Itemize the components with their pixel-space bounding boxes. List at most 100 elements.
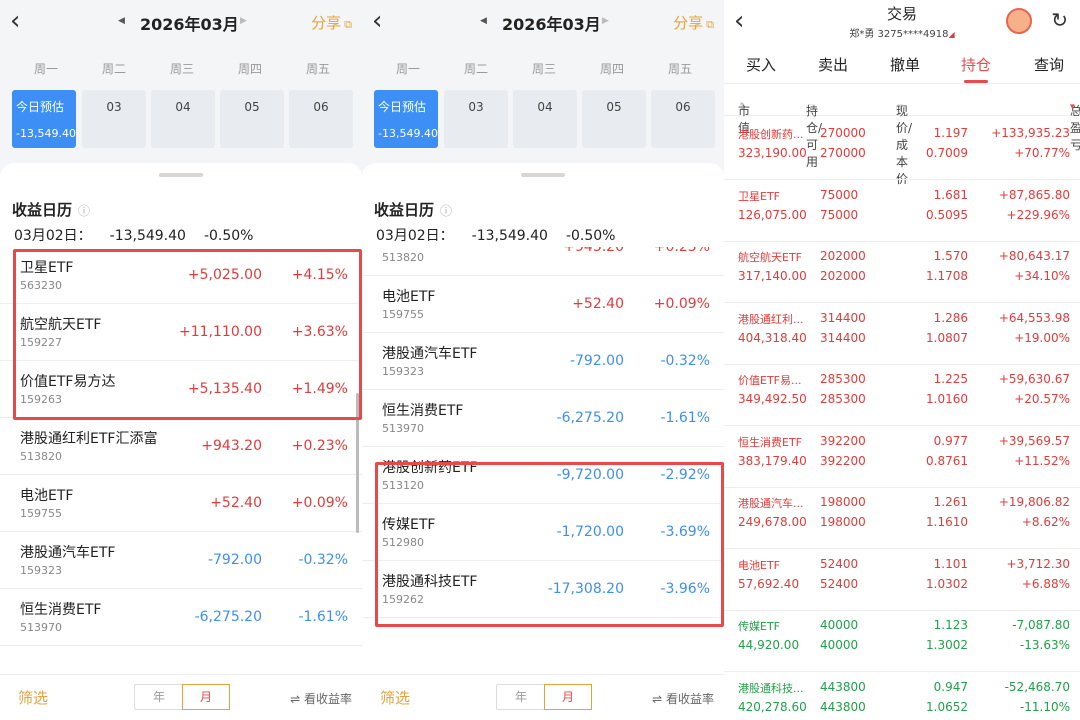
holding-price: 1.570 bbox=[933, 249, 968, 263]
holding-qty: 314400 bbox=[820, 310, 866, 325]
info-icon[interactable]: ⓘ bbox=[78, 204, 90, 218]
table-row[interactable]: 电池ETF 159755 +52.40 +0.09% bbox=[0, 475, 362, 532]
calendar-cell[interactable]: 03 bbox=[444, 90, 508, 148]
share-button[interactable]: 分享 ⧉ bbox=[673, 12, 714, 33]
fund-pct: -1.61% bbox=[660, 410, 710, 426]
tab-buy[interactable]: 买入 bbox=[746, 54, 776, 75]
tab-query[interactable]: 查询 bbox=[1034, 54, 1064, 75]
table-row[interactable]: 港股通红利ETF汇添富 513820 +943.20 +0.23% bbox=[0, 418, 362, 475]
fund-name: 港股通红利ETF汇添富 bbox=[382, 247, 519, 249]
highlight-box bbox=[13, 249, 362, 420]
next-month-icon[interactable]: ▶ bbox=[240, 16, 247, 26]
weekday-label: 周三 bbox=[169, 62, 194, 76]
tab-sell[interactable]: 卖出 bbox=[818, 54, 848, 75]
holding-row[interactable]: 传媒ETF 44,920.00 40000 40000 1.123 1.3002 -7,08… bbox=[724, 610, 1080, 672]
calendar-cell-today[interactable]: 今日预估 -13,549.40 bbox=[12, 90, 76, 148]
next-month-icon[interactable]: ▶ bbox=[602, 16, 609, 26]
month-toggle[interactable]: 月 bbox=[544, 684, 592, 710]
holding-row[interactable]: 恒生消费ETF 383,179.40 392200 392200 0.977 0.8761… bbox=[724, 426, 1080, 488]
holding-qty: 40000 bbox=[820, 618, 859, 632]
drag-handle[interactable] bbox=[159, 173, 203, 177]
year-toggle[interactable]: 年 bbox=[497, 685, 545, 709]
holding-available: 285300 bbox=[820, 392, 866, 406]
holding-cost: 1.1708 bbox=[926, 269, 968, 283]
holding-qty: 270000 bbox=[820, 126, 866, 140]
filter-button[interactable]: 筛选 bbox=[18, 687, 48, 708]
avatar[interactable] bbox=[1006, 8, 1032, 34]
table-row[interactable]: 港股通汽车ETF 159323 -792.00 -0.32% bbox=[362, 333, 724, 390]
trade-tabs: 买入 卖出 撤单 持仓 查询 bbox=[724, 46, 1080, 84]
tab-cancel[interactable]: 撤单 bbox=[890, 54, 920, 75]
card-title: 收益日历 ⓘ bbox=[374, 199, 452, 220]
holding-row[interactable]: 港股通红利... 404,318.40 314400 314400 1.286 1.080… bbox=[724, 303, 1080, 365]
holding-pl-pct: +229.96% bbox=[1006, 207, 1070, 222]
holding-available: 202000 bbox=[820, 269, 866, 283]
holding-pl: +80,643.17 bbox=[998, 249, 1070, 263]
filter-button[interactable]: 筛选 bbox=[380, 687, 410, 708]
weekday-label: 周五 bbox=[305, 62, 330, 76]
drag-handle[interactable] bbox=[521, 173, 565, 177]
table-row[interactable]: 电池ETF 159755 +52.40 +0.09% bbox=[362, 276, 724, 333]
holding-row[interactable]: 港股通汽车... 249,678.00 198000 198000 1.261 1.161… bbox=[724, 487, 1080, 549]
holding-name: 港股通汽车... bbox=[738, 497, 804, 510]
calendar-cell[interactable]: 05 bbox=[220, 90, 284, 148]
calendar-cell[interactable]: 04 bbox=[513, 90, 577, 148]
calendar-cell[interactable]: 03 bbox=[82, 90, 146, 148]
holding-row[interactable]: 价值ETF易... 349,492.50 285300 285300 1.225 1.01… bbox=[724, 364, 1080, 426]
holding-market-value: 44,920.00 bbox=[738, 638, 800, 652]
holding-row[interactable]: 港股通科技... 420,278.60 443800 443800 0.947 1.065… bbox=[724, 672, 1080, 720]
weekday-label: 周二 bbox=[463, 62, 488, 76]
weekday-label: 周二 bbox=[101, 62, 126, 76]
holding-cost: 1.0652 bbox=[926, 699, 968, 714]
back-icon[interactable]: ‹ bbox=[10, 6, 20, 36]
card-title-text: 收益日历 bbox=[374, 201, 435, 219]
holding-name: 传媒ETF bbox=[738, 620, 780, 633]
fund-amount: +943.20 bbox=[563, 247, 624, 255]
holding-cost: 0.7009 bbox=[926, 146, 968, 160]
holding-market-value: 383,179.40 bbox=[738, 453, 807, 468]
prev-month-icon[interactable]: ◀ bbox=[118, 16, 125, 26]
summary-line: 03月02日： -13,549.40 -0.50% bbox=[376, 225, 633, 245]
holding-row[interactable]: 电池ETF 57,692.40 52400 52400 1.101 1.0302 +3,71… bbox=[724, 549, 1080, 611]
year-toggle[interactable]: 年 bbox=[135, 685, 183, 709]
holding-row[interactable]: 卫星ETF 126,075.00 75000 75000 1.681 0.5095 +87,… bbox=[724, 180, 1080, 242]
holding-pl: +87,865.80 bbox=[998, 187, 1070, 202]
table-row[interactable]: 港股通红利ETF汇添富 513820 +943.20 +0.23% bbox=[362, 247, 724, 276]
prev-month-icon[interactable]: ◀ bbox=[480, 16, 487, 26]
weekday-label: 周五 bbox=[667, 62, 692, 76]
share-button[interactable]: 分享 ⧉ bbox=[311, 12, 352, 33]
holding-available: 443800 bbox=[820, 699, 866, 714]
holding-available: 40000 bbox=[820, 638, 859, 652]
calendar-cell[interactable]: 04 bbox=[151, 90, 215, 148]
holding-row[interactable]: 航空航天ETF 317,140.00 202000 202000 1.570 1.1708… bbox=[724, 241, 1080, 303]
month-toggle[interactable]: 月 bbox=[182, 684, 230, 710]
weekday-label: 周四 bbox=[599, 62, 624, 76]
table-row[interactable]: 恒生消费ETF 513970 -6,275.20 -1.61% bbox=[0, 589, 362, 646]
rate-toggle[interactable]: ⇌ 看收益率 bbox=[652, 690, 714, 707]
holding-qty: 75000 bbox=[820, 187, 859, 202]
calendar-cell[interactable]: 06 bbox=[289, 90, 353, 148]
fund-pct: +0.23% bbox=[291, 438, 348, 454]
table-row[interactable]: 恒生消费ETF 513970 -6,275.20 -1.61% bbox=[362, 390, 724, 447]
calendar-cell[interactable]: 06 bbox=[651, 90, 715, 148]
summary-date: 03月02日： bbox=[376, 228, 454, 244]
back-icon[interactable]: ‹ bbox=[372, 6, 382, 36]
calendar-cell-today[interactable]: 今日预估 -13,549.40 bbox=[374, 90, 438, 148]
fund-code: 159323 bbox=[20, 564, 62, 577]
fund-code: 513970 bbox=[20, 621, 62, 634]
rate-toggle[interactable]: ⇌ 看收益率 bbox=[290, 690, 352, 707]
holding-row[interactable]: 港股创新药... 323,190.00 270000 270000 1.197 0.700… bbox=[724, 118, 1080, 180]
refresh-icon[interactable]: ↻ bbox=[1051, 8, 1068, 32]
fund-code: 159323 bbox=[382, 365, 424, 378]
summary-pct: -0.50% bbox=[565, 228, 616, 244]
active-tab-indicator bbox=[964, 80, 988, 83]
table-row[interactable]: 港股通汽车ETF 159323 -792.00 -0.32% bbox=[0, 532, 362, 589]
holding-pl: -7,087.80 bbox=[1012, 618, 1070, 632]
holding-pl-pct: +34.10% bbox=[1014, 269, 1070, 283]
info-icon[interactable]: ⓘ bbox=[440, 204, 452, 218]
holding-name: 恒生消费ETF bbox=[738, 435, 802, 449]
summary-line: 03月02日： -13,549.40 -0.50% bbox=[14, 225, 271, 245]
tab-positions[interactable]: 持仓 bbox=[961, 54, 991, 75]
calendar-cell[interactable]: 05 bbox=[582, 90, 646, 148]
fund-pct: -0.32% bbox=[660, 353, 710, 369]
